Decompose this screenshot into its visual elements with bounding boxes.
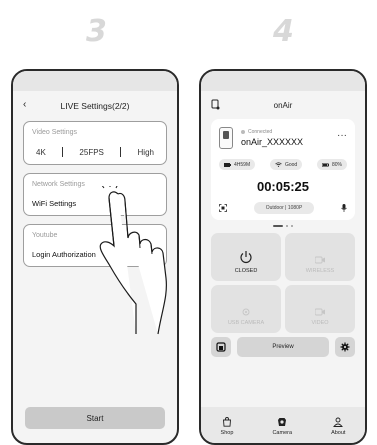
divider — [62, 147, 64, 157]
page-indicator — [201, 225, 365, 227]
preview-button[interactable]: Preview — [237, 337, 329, 357]
gallery-button[interactable] — [211, 337, 231, 357]
microphone-icon[interactable] — [341, 204, 347, 212]
battery-icon — [321, 162, 329, 167]
status-bar — [201, 71, 365, 91]
source-grid: CLOSED WIRELESS USB CAMERA VIDEO — [211, 233, 355, 333]
onair-header: onAir — [201, 91, 365, 119]
battery-percent-pill: 80% — [316, 159, 347, 170]
resolution-value: 4K — [36, 147, 46, 157]
wifi-strength: Good — [284, 161, 298, 168]
fps-value: 25FPS — [79, 147, 104, 157]
live-timer: 00:05:25 — [256, 179, 310, 194]
battery-icon — [224, 162, 231, 167]
closed-tile[interactable]: CLOSED — [211, 233, 281, 281]
gallery-icon — [216, 342, 226, 352]
wireless-label: WIRELESS — [305, 268, 335, 274]
device-name: onAir_XXXXXX — [241, 137, 304, 147]
video-settings-title: Video Settings — [32, 129, 78, 136]
power-icon — [240, 251, 252, 264]
closed-label: CLOSED — [234, 268, 258, 274]
wifi-pill: Good — [269, 159, 303, 170]
connection-status-label: Connected — [248, 129, 273, 135]
battery-time: 4H59M — [234, 161, 251, 168]
usb-camera-label: USB CAMERA — [227, 320, 265, 326]
status-dot-icon — [241, 130, 245, 134]
video-settings-card[interactable]: Video Settings 4K 25FPS High — [23, 121, 167, 165]
tab-shop-label: Shop — [220, 429, 234, 436]
bottom-tab-bar: Shop Camera About — [201, 407, 365, 443]
gear-icon — [340, 342, 350, 352]
shop-bag-icon — [222, 416, 231, 427]
more-options-icon[interactable]: ··· — [337, 130, 347, 141]
start-button[interactable]: Start — [25, 407, 165, 429]
connection-status: Connected — [241, 129, 303, 135]
page-title: LIVE Settings(2/2) — [60, 101, 130, 111]
wifi-icon — [275, 162, 282, 167]
wireless-camera-icon — [315, 256, 325, 264]
divider — [120, 147, 122, 157]
step-number-4: 4 — [273, 14, 294, 49]
app-title: onAir — [273, 100, 293, 110]
battery-percent: 80% — [331, 161, 342, 168]
camera-icon — [278, 417, 287, 426]
tab-shop[interactable]: Shop — [220, 416, 234, 436]
tab-about[interactable]: About — [331, 417, 345, 436]
device-card: Connected onAir_XXXXXX ··· 4H59M Good 80… — [211, 119, 355, 220]
video-icon — [315, 308, 325, 316]
action-row: Preview — [211, 337, 355, 357]
usb-camera-icon — [242, 308, 250, 316]
user-icon — [333, 417, 344, 427]
step-number-3: 3 — [86, 14, 107, 49]
video-label: VIDEO — [311, 320, 329, 326]
tab-camera-label: Camera — [272, 429, 293, 436]
tab-camera[interactable]: Camera — [272, 417, 292, 436]
resolution-pill[interactable]: Outdoor | 1080P — [253, 202, 315, 214]
usb-camera-tile[interactable]: USB CAMERA — [211, 285, 281, 333]
battery-time-pill: 4H59M — [219, 159, 256, 170]
video-tile[interactable]: VIDEO — [285, 285, 355, 333]
hand-pointer-icon — [99, 186, 167, 335]
screen-capture-icon[interactable] — [219, 204, 227, 212]
status-bar — [13, 71, 177, 91]
quality-value: High — [137, 147, 154, 157]
wireless-tile[interactable]: WIRELESS — [285, 233, 355, 281]
back-icon[interactable]: ‹ — [23, 99, 26, 110]
live-settings-header: ‹ LIVE Settings(2/2) — [13, 91, 177, 121]
settings-button[interactable] — [335, 337, 355, 357]
device-thumbnail — [219, 127, 233, 149]
device-settings-icon[interactable] — [211, 99, 220, 112]
tab-about-label: About — [331, 429, 346, 436]
phone-onair-home: onAir Connected onAir_XXXXXX ··· 4H59M G… — [199, 69, 367, 445]
